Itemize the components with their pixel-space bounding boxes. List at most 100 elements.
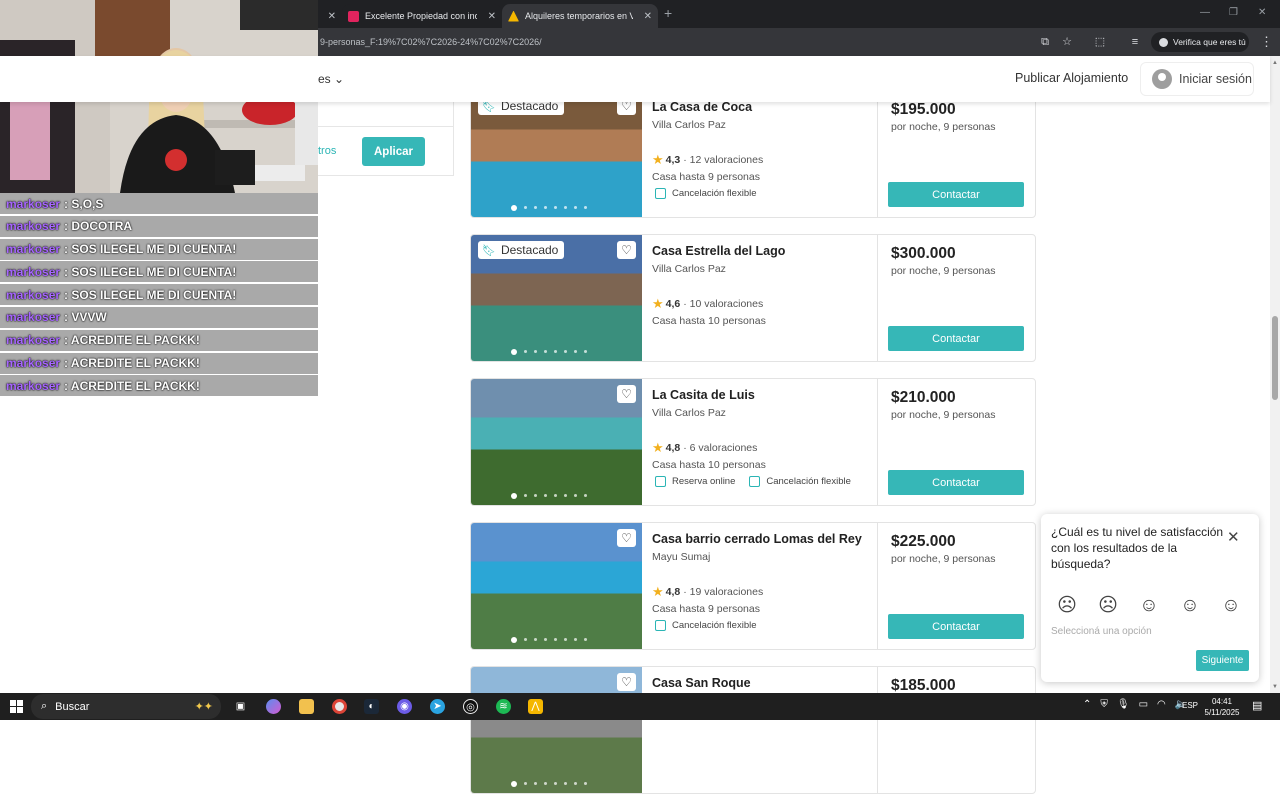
language-indicator[interactable]: ESP: [1182, 701, 1198, 710]
reading-list-icon[interactable]: ≡: [1128, 35, 1142, 49]
listing-title[interactable]: Casa Estrella del Lago: [652, 244, 785, 258]
bookmark-star-icon[interactable]: ☆: [1060, 35, 1074, 49]
site-favicon-icon: [508, 10, 519, 22]
favorite-heart-icon[interactable]: ♡: [617, 529, 636, 547]
listing-card[interactable]: ♡ Casa barrio cerrado Lomas del Rey Mayu…: [470, 522, 1036, 650]
url-field[interactable]: 9-personas_F:19%7C02%7C2026-24%7C02%7C20…: [320, 37, 542, 47]
publish-listing-link[interactable]: Publicar Alojamiento: [1015, 71, 1128, 85]
tab-partial[interactable]: ✕: [318, 4, 342, 28]
close-icon[interactable]: ✕: [1227, 528, 1240, 546]
chat-username: markoser: [6, 378, 61, 393]
chevron-up-icon[interactable]: ⌃: [1083, 699, 1091, 710]
stream-chat-overlay: markoser : S,O,S markoser : DOCOTRA markos…: [0, 193, 318, 398]
favorite-heart-icon[interactable]: ♡: [617, 673, 636, 691]
very-happy-face-icon[interactable]: ☺: [1221, 596, 1241, 616]
listing-tags: Reserva online Cancelación flexible: [655, 476, 851, 487]
photo-carousel-dots[interactable]: [511, 493, 587, 499]
chat-text: : DOCOTRA: [64, 219, 133, 234]
unhappy-face-icon[interactable]: ☹: [1098, 596, 1118, 616]
login-button[interactable]: Iniciar sesión: [1140, 62, 1254, 96]
verify-button[interactable]: Verifica que eres tú: [1151, 32, 1249, 52]
price-detail: por noche, 9 personas: [891, 553, 996, 565]
tab-excelente-propiedad[interactable]: Excelente Propiedad con increíble ✕: [342, 4, 502, 28]
microphone-icon[interactable]: 🎙: [1117, 699, 1130, 710]
listing-title[interactable]: Casa San Roque: [652, 676, 751, 690]
photo-carousel-dots[interactable]: [511, 637, 587, 643]
photo-carousel-dots[interactable]: [511, 205, 587, 211]
favorite-heart-icon[interactable]: ♡: [617, 385, 636, 403]
scroll-up-icon[interactable]: ▲: [1272, 60, 1278, 66]
close-tab-icon[interactable]: ✕: [328, 11, 336, 22]
listing-title[interactable]: La Casita de Luis: [652, 388, 755, 402]
divider: [877, 91, 878, 217]
favorite-heart-icon[interactable]: ♡: [617, 241, 636, 259]
scroll-down-icon[interactable]: ▼: [1272, 684, 1278, 690]
star-icon: ★: [652, 152, 664, 167]
listing-card[interactable]: 🔖︎ Destacado ♡ Casa Estrella del Lago Vil…: [470, 234, 1036, 362]
wifi-icon[interactable]: ◠: [1157, 699, 1166, 710]
close-tab-icon[interactable]: ✕: [644, 11, 652, 22]
divider: [877, 667, 878, 793]
contact-button[interactable]: Contactar: [888, 470, 1024, 495]
device-icon[interactable]: ▭: [1139, 699, 1148, 710]
minimize-icon[interactable]: —: [1200, 7, 1210, 18]
notifications-icon[interactable]: ▤: [1252, 699, 1262, 712]
file-explorer-icon[interactable]: [299, 699, 314, 714]
listing-title[interactable]: Casa barrio cerrado Lomas del Rey: [652, 532, 862, 546]
contact-button[interactable]: Contactar: [888, 182, 1024, 207]
review-count: · 10 valoraciones: [683, 298, 764, 310]
listing-location: Villa Carlos Paz: [652, 119, 726, 131]
chrome-icon[interactable]: [332, 699, 347, 714]
filters-menu-label: es: [318, 72, 331, 86]
apply-filters-button[interactable]: Aplicar: [362, 137, 425, 166]
task-view-icon[interactable]: ▣: [233, 699, 248, 714]
rating-value: 4,8: [665, 442, 681, 454]
listing-tag: Reserva online: [655, 476, 735, 487]
price-detail: por noche, 9 personas: [891, 121, 996, 133]
app-icon[interactable]: ⋀: [528, 699, 543, 714]
happy-face-icon[interactable]: ☺: [1180, 596, 1200, 616]
telegram-icon[interactable]: ➤: [430, 699, 445, 714]
spotify-icon[interactable]: ≋: [496, 699, 511, 714]
listing-rating: ★ 4,6 · 10 valoraciones: [652, 296, 763, 312]
windows-start-icon[interactable]: [10, 700, 23, 713]
listing-card[interactable]: ♡ La Casita de Luis Villa Carlos Paz ★ 4…: [470, 378, 1036, 506]
photo-carousel-dots[interactable]: [511, 781, 587, 787]
close-tab-icon[interactable]: ✕: [488, 11, 496, 22]
contact-button[interactable]: Contactar: [888, 326, 1024, 351]
very-unhappy-face-icon[interactable]: ☹: [1057, 596, 1077, 616]
security-icon[interactable]: ⛨: [1100, 699, 1108, 710]
bookmark-icon: 🔖︎: [482, 244, 496, 257]
photo-carousel-dots[interactable]: [511, 349, 587, 355]
extensions-icon[interactable]: ⬚: [1093, 35, 1107, 49]
listing-price: $225.000: [891, 533, 956, 550]
tag-label: Reserva online: [672, 476, 736, 487]
clear-filters-link[interactable]: tros: [318, 145, 336, 157]
install-app-icon[interactable]: ⧉: [1038, 35, 1052, 49]
clock-time: 04:41: [1211, 697, 1233, 706]
listing-tag: Cancelación flexible: [655, 620, 757, 631]
steam-icon[interactable]: ◐: [364, 699, 379, 714]
filters-menu[interactable]: es ⌄: [318, 72, 344, 86]
new-tab-button[interactable]: +: [664, 5, 672, 21]
listing-tags: Cancelación flexible: [655, 620, 757, 631]
scrollbar-thumb[interactable]: [1272, 316, 1278, 400]
chat-message: markoser : ACREDITE EL PACKK!: [0, 352, 318, 374]
browser-menu-icon[interactable]: ⋮: [1260, 34, 1273, 50]
neutral-face-icon[interactable]: ☺: [1139, 596, 1159, 616]
copilot-icon[interactable]: [266, 699, 281, 714]
maximize-icon[interactable]: ❐: [1229, 7, 1238, 18]
next-button[interactable]: Siguiente: [1196, 650, 1249, 671]
listing-title[interactable]: La Casa de Coca: [652, 100, 752, 114]
discord-icon[interactable]: ◉: [397, 699, 412, 714]
listing-card[interactable]: 🔖︎ Destacado ♡ La Casa de Coca Villa Carl…: [470, 90, 1036, 218]
clock[interactable]: 04:41 5/11/2025: [1201, 696, 1243, 718]
listing-location: Mayu Sumaj: [652, 551, 711, 563]
calendar-icon: [655, 620, 666, 631]
tab-alquileres-temporarios[interactable]: Alquileres temporarios en Villa ✕: [502, 4, 658, 28]
taskbar-search[interactable]: ⌕ Buscar ✦✦: [31, 694, 221, 719]
listing-card[interactable]: ♡ Casa San Roque $185.000: [470, 666, 1036, 794]
obs-icon[interactable]: ◎: [463, 699, 478, 714]
contact-button[interactable]: Contactar: [888, 614, 1024, 639]
close-window-icon[interactable]: ✕: [1258, 7, 1266, 18]
